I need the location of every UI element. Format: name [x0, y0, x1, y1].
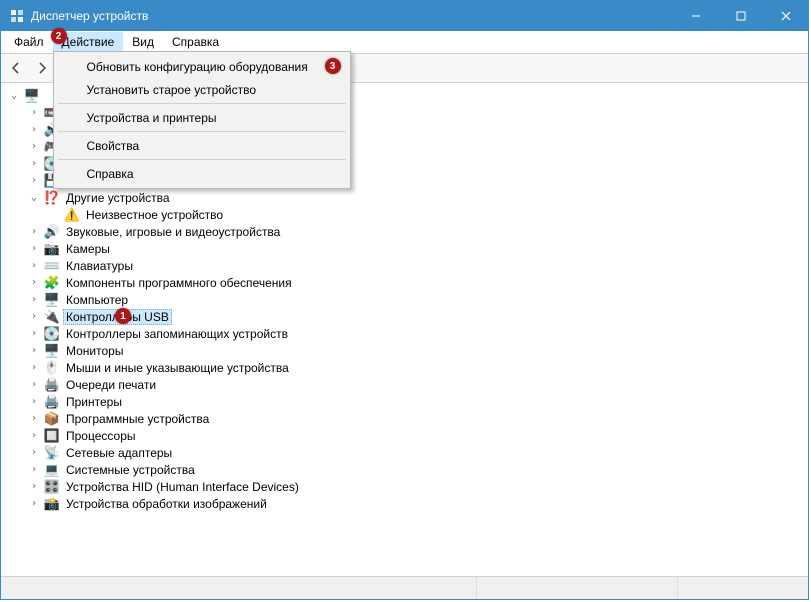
mouse-icon: 🖱️ — [44, 360, 60, 376]
expander-icon[interactable]: › — [27, 328, 41, 339]
badge-3: 3 — [325, 58, 341, 74]
expander-icon[interactable]: › — [27, 260, 41, 271]
system-icon: 💻 — [44, 462, 60, 478]
expander-icon[interactable]: › — [27, 396, 41, 407]
menu-properties[interactable]: Свойства — [57, 134, 347, 157]
menu-add-legacy[interactable]: Установить старое устройство — [57, 78, 347, 101]
expander-icon[interactable]: › — [27, 345, 41, 356]
camera-icon: 📷 — [44, 241, 60, 257]
badge-1: 1 — [115, 308, 131, 324]
expander-icon[interactable]: › — [27, 447, 41, 458]
device-manager-window: Диспетчер устройств Файл Действие 2 Обно… — [0, 0, 809, 600]
menu-devices-printers[interactable]: Устройства и принтеры — [57, 106, 347, 129]
computer-icon: 🖥️ — [24, 88, 40, 104]
expander-icon[interactable]: › — [27, 362, 41, 373]
menu-help[interactable]: Справка — [57, 162, 347, 185]
tree-node-imaging[interactable]: ›📸Устройства обработки изображений — [7, 495, 808, 512]
imaging-icon: 📸 — [44, 496, 60, 512]
menu-help-top[interactable]: Справка — [163, 32, 228, 52]
storage-icon: 💽 — [44, 326, 60, 342]
status-cell — [1, 577, 477, 599]
menubar: Файл Действие 2 Обновить конфигурацию об… — [1, 31, 808, 54]
tree-node-storage-controllers[interactable]: ›💽Контроллеры запоминающих устройств — [7, 325, 808, 342]
expander-icon[interactable]: › — [27, 243, 41, 254]
component-icon: 🧩 — [44, 275, 60, 291]
status-cell — [678, 577, 808, 599]
cpu-icon: 🔲 — [44, 428, 60, 444]
expander-icon[interactable]: › — [27, 311, 41, 322]
hid-icon: 🎛️ — [44, 479, 60, 495]
expander-icon[interactable]: › — [27, 158, 41, 169]
close-button[interactable] — [763, 1, 808, 31]
window-controls — [673, 1, 808, 31]
menu-separator — [58, 103, 346, 104]
audio-icon: 🔊 — [44, 224, 60, 240]
menu-scan-hardware[interactable]: Обновить конфигурацию оборудования 3 — [57, 55, 347, 78]
status-cell — [477, 577, 678, 599]
warning-icon: ⁉️ — [44, 190, 60, 206]
tree-node-print-queues[interactable]: ›🖨️Очереди печати — [7, 376, 808, 393]
tree-node-other-devices[interactable]: ⌄⁉️Другие устройства — [7, 189, 808, 206]
tree-node-audio[interactable]: ›🔊Звуковые, игровые и видеоустройства — [7, 223, 808, 240]
menu-separator — [58, 131, 346, 132]
warning-icon: ⚠️ — [64, 207, 80, 223]
badge-2: 2 — [51, 28, 67, 44]
print-queue-icon: 🖨️ — [44, 377, 60, 393]
menu-scan-hardware-label: Обновить конфигурацию оборудования — [87, 60, 308, 74]
expander-icon[interactable]: › — [27, 277, 41, 288]
expander-icon[interactable]: › — [27, 124, 41, 135]
expander-icon[interactable]: › — [27, 107, 41, 118]
menu-separator — [58, 159, 346, 160]
tree-node-monitors[interactable]: ›🖥️Мониторы — [7, 342, 808, 359]
tree-node-computer[interactable]: ›🖥️Компьютер — [7, 291, 808, 308]
maximize-button[interactable] — [718, 1, 763, 31]
tree-node-processors[interactable]: ›🔲Процессоры — [7, 427, 808, 444]
expander-icon[interactable]: › — [27, 430, 41, 441]
tree-node-cameras[interactable]: ›📷Камеры — [7, 240, 808, 257]
tree-node-software-devices[interactable]: ›📦Программные устройства — [7, 410, 808, 427]
expander-open-icon[interactable]: ⌄ — [27, 192, 41, 203]
network-icon: 📡 — [44, 445, 60, 461]
back-button[interactable] — [5, 57, 27, 79]
menu-view[interactable]: Вид — [123, 32, 163, 52]
tree-node-usb-controllers[interactable]: › 🔌 Контроллеры USB 1 — [7, 308, 808, 325]
expander-icon[interactable]: › — [27, 294, 41, 305]
expander-icon[interactable]: › — [27, 498, 41, 509]
computer-icon: 🖥️ — [44, 292, 60, 308]
tree-node-mice[interactable]: ›🖱️Мыши и иные указывающие устройства — [7, 359, 808, 376]
printer-icon: 🖨️ — [44, 394, 60, 410]
expander-icon[interactable]: › — [27, 175, 41, 186]
tree-node-system[interactable]: ›💻Системные устройства — [7, 461, 808, 478]
statusbar — [1, 576, 808, 599]
software-icon: 📦 — [44, 411, 60, 427]
tree-node-software-components[interactable]: ›🧩Компоненты программного обеспечения — [7, 274, 808, 291]
expander-icon[interactable]: › — [27, 141, 41, 152]
app-icon — [9, 8, 25, 24]
keyboard-icon: ⌨️ — [44, 258, 60, 274]
monitor-icon: 🖥️ — [44, 343, 60, 359]
forward-button[interactable] — [31, 57, 53, 79]
window-title: Диспетчер устройств — [31, 9, 673, 23]
tree-node-keyboards[interactable]: ›⌨️Клавиатуры — [7, 257, 808, 274]
expander-icon[interactable]: › — [27, 481, 41, 492]
expander-icon[interactable]: › — [27, 413, 41, 424]
expander-icon[interactable]: › — [27, 464, 41, 475]
expander-icon[interactable]: › — [27, 379, 41, 390]
tree-node-printers[interactable]: ›🖨️Принтеры — [7, 393, 808, 410]
action-dropdown: Обновить конфигурацию оборудования 3 Уст… — [53, 51, 351, 189]
menu-file[interactable]: Файл — [5, 32, 53, 52]
minimize-button[interactable] — [673, 1, 718, 31]
expander-open-icon[interactable]: ⌄ — [7, 90, 21, 101]
tree-node-network[interactable]: ›📡Сетевые адаптеры — [7, 444, 808, 461]
titlebar: Диспетчер устройств — [1, 1, 808, 31]
tree-node-unknown-device[interactable]: ⚠️Неизвестное устройство — [7, 206, 808, 223]
expander-icon[interactable]: › — [27, 226, 41, 237]
usb-icon: 🔌 — [44, 309, 60, 325]
tree-node-hid[interactable]: ›🎛️Устройства HID (Human Interface Devic… — [7, 478, 808, 495]
